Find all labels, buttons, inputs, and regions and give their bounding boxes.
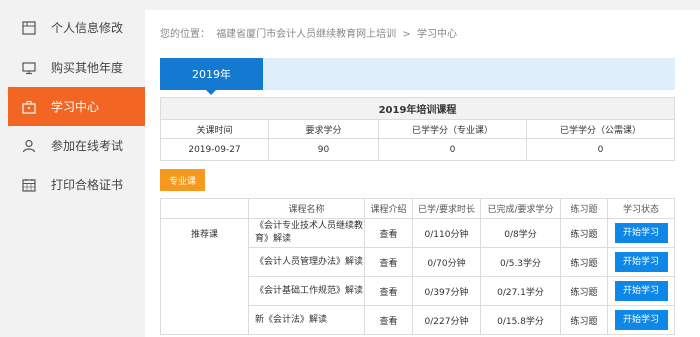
summary-cell: 0 <box>378 138 527 161</box>
sidebar-item-label: 参加在线考试 <box>51 139 124 153</box>
sidebar-item-print-certificate[interactable]: 打印合格证书 <box>8 165 145 204</box>
course-header: 练习题 <box>560 198 608 219</box>
course-credit: 0/15.8学分 <box>480 305 561 335</box>
course-header: 课程名称 <box>248 198 365 219</box>
sidebar-item-label: 打印合格证书 <box>51 178 124 192</box>
course-exercise-link[interactable]: 练习题 <box>560 305 608 335</box>
edit-icon <box>21 20 37 36</box>
breadcrumb-link[interactable]: 福建省厦门市会计人员继续教育网上培训 <box>216 29 396 40</box>
course-header: 课程介绍 <box>364 198 413 219</box>
main-content: 您的位置： 福建省厦门市会计人员继续教育网上培训 > 学习中心 2019年 20… <box>145 10 700 337</box>
course-status-cell: 开始学习 <box>607 247 675 277</box>
sidebar-item-online-exam[interactable]: 参加在线考试 <box>8 126 145 165</box>
tab-year-2019[interactable]: 2019年 <box>160 58 263 95</box>
breadcrumb-separator: > <box>402 29 411 40</box>
breadcrumb-current: 学习中心 <box>416 29 457 40</box>
course-credit: 0/8学分 <box>480 218 561 248</box>
summary-header: 已学学分（公需课） <box>526 119 675 139</box>
table-row: 推荐课 《会计专业技术人员继续教育》解读 查看 0/110分钟 0/8学分 练习… <box>160 218 675 335</box>
course-time: 0/110分钟 <box>412 218 481 248</box>
breadcrumb-prefix: 您的位置： <box>160 29 210 40</box>
course-header: 学习状态 <box>607 198 675 219</box>
sidebar-item-buy-year[interactable]: 购买其他年度 <box>8 48 145 87</box>
start-study-button[interactable]: 开始学习 <box>614 252 668 272</box>
course-time: 0/227分钟 <box>412 305 481 335</box>
sidebar-item-profile[interactable]: 个人信息修改 <box>8 8 145 47</box>
course-name: 《会计人员管理办法》解读 <box>248 247 365 277</box>
summary-cell: 90 <box>268 138 379 161</box>
sidebar-item-label: 学习中心 <box>51 100 100 114</box>
start-study-button[interactable]: 开始学习 <box>614 310 668 330</box>
course-credit: 0/27.1学分 <box>480 276 561 306</box>
summary-header: 关课时间 <box>160 119 269 139</box>
course-time: 0/397分钟 <box>412 276 481 306</box>
calendar-icon <box>21 177 37 193</box>
course-intro-link[interactable]: 查看 <box>364 247 413 277</box>
sidebar-item-study-center[interactable]: 学习中心 <box>8 87 151 126</box>
course-time: 0/70分钟 <box>412 247 481 277</box>
course-exercise-link[interactable]: 练习题 <box>560 247 608 277</box>
course-header: 已完成/要求学分 <box>480 198 561 219</box>
sidebar: 个人信息修改 购买其他年度 学习中心 参加在线考试 打印合格证书 <box>0 0 151 337</box>
summary-table: 2019年培训课程 关课时间 要求学分 已学学分（专业课） 已学学分（公需课） … <box>160 97 675 161</box>
course-name: 新《会计法》解读 <box>248 305 365 335</box>
course-exercise-link[interactable]: 练习题 <box>560 218 608 248</box>
start-study-button[interactable]: 开始学习 <box>614 281 668 301</box>
breadcrumb: 您的位置： 福建省厦门市会计人员继续教育网上培训 > 学习中心 <box>160 25 460 40</box>
course-name: 《会计基础工作规范》解读 <box>248 276 365 306</box>
summary-cell: 0 <box>526 138 675 161</box>
year-tab-bar: 2019年 <box>160 58 675 95</box>
course-group-label: 推荐课 <box>160 218 249 335</box>
course-intro-link[interactable]: 查看 <box>364 305 413 335</box>
category-professional-button[interactable]: 专业课 <box>160 169 205 191</box>
summary-caption: 2019年培训课程 <box>160 97 675 120</box>
course-intro-link[interactable]: 查看 <box>364 218 413 248</box>
course-name: 《会计专业技术人员继续教育》解读 <box>248 218 365 248</box>
summary-header: 要求学分 <box>268 119 379 139</box>
course-header <box>160 198 249 219</box>
course-table: 课程名称 课程介绍 已学/要求时长 已完成/要求学分 练习题 学习状态 推荐课 … <box>160 198 675 335</box>
course-header: 已学/要求时长 <box>412 198 481 219</box>
course-credit: 0/5.3学分 <box>480 247 561 277</box>
start-study-button[interactable]: 开始学习 <box>614 223 668 243</box>
summary-header: 已学学分（专业课） <box>378 119 527 139</box>
course-exercise-link[interactable]: 练习题 <box>560 276 608 306</box>
course-status-cell: 开始学习 <box>607 218 675 248</box>
monitor-icon <box>21 60 37 76</box>
summary-cell: 2019-09-27 <box>160 138 269 161</box>
course-status-cell: 开始学习 <box>607 276 675 306</box>
course-status-cell: 开始学习 <box>607 305 675 335</box>
briefcase-icon <box>21 99 37 115</box>
course-intro-link[interactable]: 查看 <box>364 276 413 306</box>
user-icon <box>21 138 37 154</box>
sidebar-item-label: 购买其他年度 <box>51 61 124 75</box>
sidebar-item-label: 个人信息修改 <box>51 21 124 35</box>
